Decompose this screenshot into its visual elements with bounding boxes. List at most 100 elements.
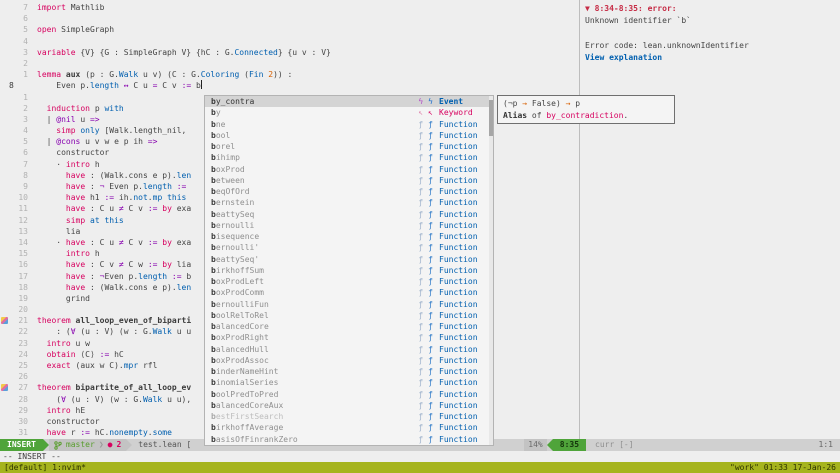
code-segment xyxy=(37,216,66,225)
statusline-filename: test.lean [ xyxy=(132,439,197,451)
completion-item[interactable]: borelƒƒFunction xyxy=(205,141,493,152)
tmux-session-window[interactable]: [default] 1:nvim* xyxy=(4,462,86,473)
code-text: import Mathlib xyxy=(37,2,104,13)
code-segment: False) xyxy=(527,99,566,108)
completion-item[interactable]: bernsteinƒƒFunction xyxy=(205,197,493,208)
completion-item[interactable]: boolRelToRelƒƒFunction xyxy=(205,310,493,321)
completion-item-kind: Function xyxy=(439,142,481,151)
event-kind-icon: ϟ xyxy=(428,97,433,106)
code-segment: := xyxy=(100,350,110,359)
completion-item[interactable]: birkhoffSumƒƒFunction xyxy=(205,265,493,276)
code-line[interactable]: 3variable {V} {G : SimpleGraph V} {hC : … xyxy=(0,47,578,58)
completion-item[interactable]: by_contraϟϟEvent xyxy=(205,96,493,107)
completion-item[interactable]: beqOfOrdƒƒFunction xyxy=(205,186,493,197)
code-segment: : C u xyxy=(85,238,119,247)
completion-item[interactable]: boxProdƒƒFunction xyxy=(205,164,493,175)
code-segment xyxy=(37,193,66,202)
code-segment: length xyxy=(90,81,119,90)
code-line[interactable]: 4 xyxy=(0,36,578,47)
completion-item[interactable]: boxProdCommƒƒFunction xyxy=(205,287,493,298)
completion-item[interactable]: boxProdLeftƒƒFunction xyxy=(205,276,493,287)
code-segment xyxy=(37,171,66,180)
completion-item-kind: Keyword xyxy=(439,108,481,117)
code-text: (∀ (u : V) (w : G.Walk u u), xyxy=(37,394,191,405)
code-line[interactable]: 2 xyxy=(0,58,578,69)
completion-item[interactable]: beattySeqƒƒFunction xyxy=(205,209,493,220)
completion-item[interactable]: bihimpƒƒFunction xyxy=(205,152,493,163)
line-number: 22 xyxy=(9,326,28,337)
completion-item[interactable]: boxProdRightƒƒFunction xyxy=(205,332,493,343)
code-segment: u xyxy=(76,115,90,124)
function-kind-icon: ƒ xyxy=(428,165,433,174)
completion-item[interactable]: basisOfFinrankZeroƒƒFunction xyxy=(205,434,493,445)
code-segment: C v xyxy=(124,238,148,247)
completion-item[interactable]: balancedHullƒƒFunction xyxy=(205,344,493,355)
code-segment: · xyxy=(37,160,66,169)
line-number: 30 xyxy=(9,416,28,427)
code-text: constructor xyxy=(37,147,109,158)
completion-item[interactable]: balancedCoreƒƒFunction xyxy=(205,321,493,332)
completion-item[interactable]: bernoulliƒƒFunction xyxy=(205,220,493,231)
function-kind-icon: ƒ xyxy=(418,322,423,331)
completion-item-label: balancedHull xyxy=(211,345,418,354)
code-segment: := xyxy=(104,193,114,202)
completion-menu: by_contraϟϟEventby↖↖KeywordbneƒƒFunction… xyxy=(204,95,494,446)
code-segment: mpr xyxy=(124,361,138,370)
completion-item-kind: Function xyxy=(439,243,481,252)
code-segment: h1 xyxy=(85,193,104,202)
code-segment: Even p. xyxy=(104,182,143,191)
completion-item[interactable]: balancedCoreAuxƒƒFunction xyxy=(205,400,493,411)
sign-column xyxy=(0,237,9,248)
function-kind-icon: ƒ xyxy=(418,277,423,286)
completion-item[interactable]: boolPredToPredƒƒFunction xyxy=(205,389,493,400)
code-segment: induction xyxy=(47,104,90,113)
line-number: 7 xyxy=(9,159,28,170)
completion-item[interactable]: bestFirstSearchƒƒFunction xyxy=(205,411,493,422)
completion-item[interactable]: boolƒƒFunction xyxy=(205,130,493,141)
completion-item[interactable]: bernoulli'ƒƒFunction xyxy=(205,242,493,253)
code-line[interactable]: 7import Mathlib xyxy=(0,2,578,13)
completion-item[interactable]: bneƒƒFunction xyxy=(205,119,493,130)
completion-item[interactable]: bisequenceƒƒFunction xyxy=(205,231,493,242)
completion-item-label: boxProdAssoc xyxy=(211,356,418,365)
line-number: 15 xyxy=(9,248,28,259)
completion-item[interactable]: by↖↖Keyword xyxy=(205,107,493,118)
completion-item[interactable]: beattySeq'ƒƒFunction xyxy=(205,254,493,265)
code-text: have : ¬ Even p.length := xyxy=(37,181,186,192)
sign-column xyxy=(0,405,9,416)
code-segment: } {u v : V} xyxy=(278,48,331,57)
completion-item[interactable]: birkhoffAverageƒƒFunction xyxy=(205,422,493,433)
function-kind-icon: ƒ xyxy=(418,412,423,421)
mode-indicator: INSERT xyxy=(0,439,43,451)
completion-item[interactable]: binderNameHintƒƒFunction xyxy=(205,366,493,377)
code-line[interactable]: 6 xyxy=(0,13,578,24)
function-kind-icon: ƒ xyxy=(428,277,433,286)
code-segment: · xyxy=(37,238,66,247)
completion-item-text: irkhoffSum xyxy=(216,266,264,275)
completion-item-label: boxProdLeft xyxy=(211,277,418,286)
sign-column xyxy=(0,226,9,237)
view-explanation-link[interactable]: View explanation xyxy=(585,53,662,62)
completion-item[interactable]: boxProdAssocƒƒFunction xyxy=(205,355,493,366)
doc-popup-line: Alias of by_contradiction. xyxy=(503,110,669,122)
sign-column xyxy=(0,338,9,349)
function-kind-icon: ƒ xyxy=(418,243,423,252)
completion-item[interactable]: betweenƒƒFunction xyxy=(205,175,493,186)
completion-item-text: y_contra xyxy=(216,97,255,106)
completion-scrollbar-track[interactable] xyxy=(489,96,493,445)
line-number: 2 xyxy=(9,103,28,114)
code-segment: have xyxy=(66,272,85,281)
sign-column xyxy=(0,203,9,214)
code-segment: not xyxy=(133,193,147,202)
function-kind-icon: ƒ xyxy=(428,401,433,410)
code-line[interactable]: 1lemma aux (p : G.Walk u v) (C : G.Color… xyxy=(0,69,578,80)
code-segment: p xyxy=(570,99,580,108)
git-segment: master ❯ ● 2 xyxy=(49,439,126,451)
completion-item[interactable]: bernoulliFunƒƒFunction xyxy=(205,299,493,310)
completion-scrollbar-thumb[interactable] xyxy=(489,100,493,136)
completion-item[interactable]: binomialSeriesƒƒFunction xyxy=(205,377,493,388)
code-line[interactable]: 5open SimpleGraph xyxy=(0,24,578,35)
code-line[interactable]: 8 Even p.length ↔ C u = C v := b xyxy=(0,80,578,91)
line-number: 16 xyxy=(9,259,28,270)
code-segment xyxy=(37,126,56,135)
